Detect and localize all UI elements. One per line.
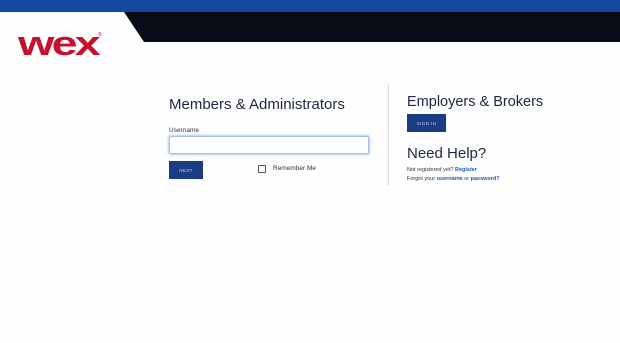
not-registered-line: Not registered yet? Register (407, 167, 477, 173)
username-input[interactable] (169, 136, 369, 154)
employers-title: Employers & Brokers (407, 94, 544, 110)
column-divider (388, 84, 389, 186)
username-label: Username (169, 127, 199, 134)
remember-me-label[interactable]: Remember Me (273, 165, 316, 172)
top-brand-stripe (0, 0, 620, 12)
members-title: Members & Administrators (169, 96, 345, 113)
next-button[interactable]: NEXT (169, 161, 203, 179)
svg-text:wex: wex (18, 26, 101, 62)
register-link[interactable]: Register (455, 167, 477, 173)
svg-text:®: ® (98, 31, 102, 38)
wex-logo[interactable]: wex ® (18, 26, 104, 62)
sign-in-button[interactable]: SIGN IN (407, 114, 446, 132)
forgot-line: Forgot your username or password? (407, 176, 500, 182)
forgot-password-link[interactable]: password? (471, 176, 500, 182)
need-help-title: Need Help? (407, 145, 487, 162)
forgot-username-link[interactable]: username (437, 176, 463, 182)
or-text: or (464, 176, 470, 182)
header-dark-band (124, 12, 620, 42)
not-registered-text: Not registered yet? (407, 167, 454, 173)
forgot-text: Forgot your (407, 176, 436, 182)
remember-me-checkbox[interactable] (258, 165, 266, 173)
